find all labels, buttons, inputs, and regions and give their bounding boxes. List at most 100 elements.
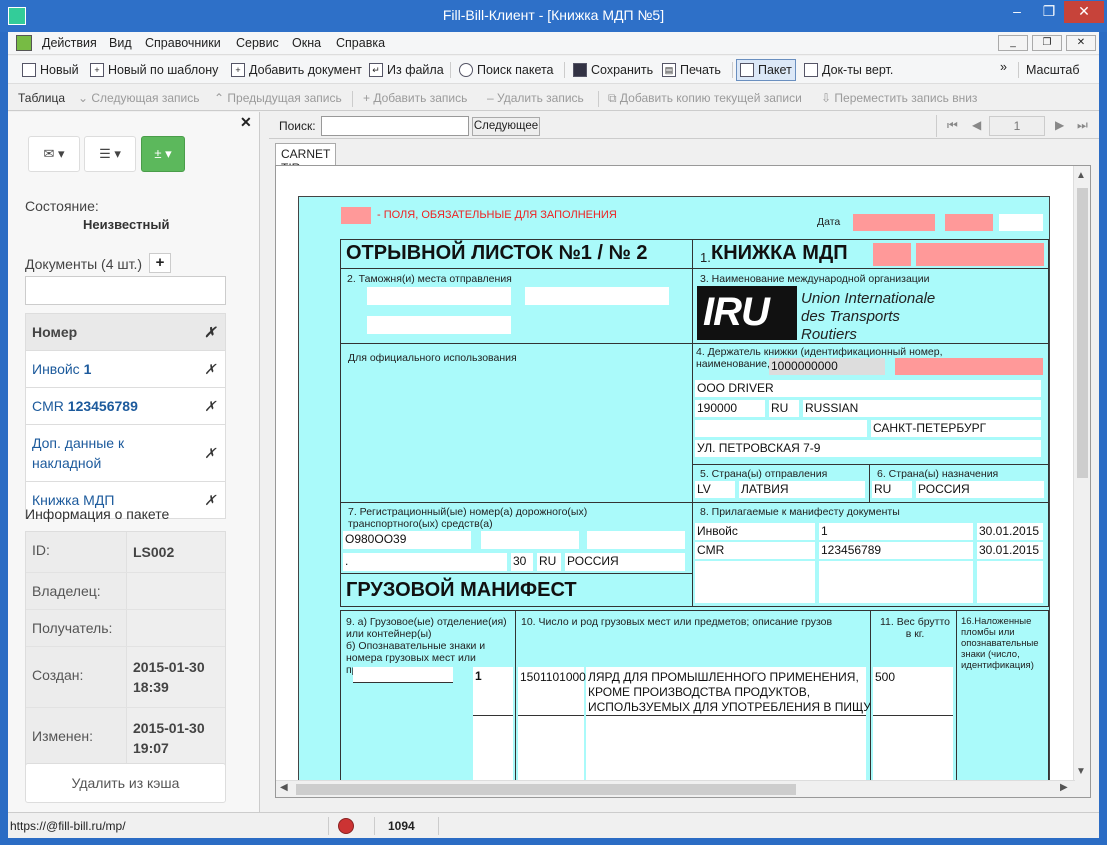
- goods-description-field[interactable]: ЛЯРД ДЛЯ ПРОМЫШЛЕННОГО ПРИМЕНЕНИЯ, КРОМЕ…: [586, 667, 871, 797]
- move-down-button[interactable]: ⇩ Переместить запись вниз: [821, 91, 977, 105]
- carnet-number-field[interactable]: [916, 243, 1044, 266]
- menu-service[interactable]: Сервис: [236, 36, 279, 50]
- menu-view[interactable]: Вид: [109, 36, 132, 50]
- attached-doc-2-num[interactable]: 123456789: [819, 542, 973, 559]
- attached-doc-1-name[interactable]: Инвойс: [695, 523, 815, 540]
- print-button[interactable]: ▤ Печать: [662, 61, 721, 79]
- delete-record-button[interactable]: – Удалить запись: [487, 91, 584, 105]
- customs-office-field-1[interactable]: [367, 287, 511, 305]
- attached-doc-1-date[interactable]: 30.01.2015: [977, 523, 1043, 540]
- customs-office-field-2[interactable]: [525, 287, 669, 305]
- delete-icon[interactable]: ✗: [204, 443, 216, 463]
- save-button[interactable]: Сохранить: [573, 61, 653, 79]
- scroll-right-icon[interactable]: ▶: [1060, 782, 1068, 793]
- attached-doc-3-num[interactable]: [819, 561, 973, 603]
- toolbar-overflow[interactable]: »: [1000, 58, 1007, 76]
- list-dropdown-button[interactable]: ☰ ▾: [84, 136, 136, 172]
- date-field-3[interactable]: [999, 214, 1043, 231]
- holder-cc-field[interactable]: RU: [769, 400, 799, 417]
- delete-icon[interactable]: ✗: [204, 490, 216, 510]
- vehicle-field-4[interactable]: .: [343, 553, 507, 571]
- horizontal-scroll-thumb[interactable]: [296, 784, 796, 795]
- attached-doc-2-name[interactable]: CMR: [695, 542, 815, 559]
- goods-code-field[interactable]: 1501101000: [518, 667, 586, 797]
- add-document-button[interactable]: + Добавить документ: [231, 61, 362, 79]
- menu-help[interactable]: Справка: [336, 36, 385, 50]
- holder-country-field[interactable]: RUSSIAN: [803, 400, 1041, 417]
- document-row-extra-data[interactable]: Доп. данные к накладной ✗: [26, 425, 225, 482]
- first-page-icon[interactable]: ⏮: [947, 118, 958, 133]
- close-panel-icon[interactable]: ✕: [240, 114, 252, 131]
- search-packet-button[interactable]: Поиск пакета: [459, 61, 554, 79]
- clear-cache-button[interactable]: Удалить из кэша: [25, 763, 226, 803]
- next-page-icon[interactable]: ▶: [1055, 118, 1064, 132]
- date-field-2[interactable]: [945, 214, 993, 231]
- scroll-left-icon[interactable]: ◀: [280, 782, 288, 793]
- holder-zip-field[interactable]: 190000: [695, 400, 765, 417]
- destination-country-field[interactable]: РОССИЯ: [916, 481, 1044, 498]
- menu-references[interactable]: Справочники: [145, 36, 221, 50]
- date-field-1[interactable]: [853, 214, 935, 231]
- departure-code-field[interactable]: LV: [695, 481, 735, 498]
- document-row-invoice[interactable]: Инвойс 1 ✗: [26, 351, 225, 388]
- horizontal-scrollbar[interactable]: ◀ ▶: [276, 780, 1075, 797]
- delete-icon[interactable]: ✗: [204, 396, 216, 416]
- vehicle-country-field[interactable]: РОССИЯ: [565, 553, 685, 571]
- mdi-minimize-button[interactable]: _: [998, 35, 1028, 51]
- attached-doc-3-date[interactable]: [977, 561, 1043, 603]
- vehicle-cc-field[interactable]: RU: [537, 553, 561, 571]
- document-row-cmr[interactable]: CMR 123456789 ✗: [26, 388, 225, 425]
- attached-doc-3-name[interactable]: [695, 561, 815, 603]
- vehicle-reg-field[interactable]: О980ОО39: [343, 531, 471, 549]
- last-page-icon[interactable]: ⏭: [1077, 118, 1088, 133]
- maximize-window-button[interactable]: ❐: [1034, 1, 1064, 23]
- menu-windows[interactable]: Окна: [292, 36, 321, 50]
- holder-id-field[interactable]: 1000000000: [769, 358, 885, 375]
- close-window-button[interactable]: ✕: [1064, 1, 1104, 23]
- zoom-button[interactable]: Масштаб: [1026, 61, 1079, 79]
- prev-page-icon[interactable]: ◀: [972, 118, 981, 132]
- vertical-scroll-thumb[interactable]: [1077, 188, 1088, 478]
- packet-view-button[interactable]: Пакет: [736, 59, 796, 81]
- vehicle-reg-field-3[interactable]: [587, 531, 685, 549]
- menu-actions[interactable]: Действия: [42, 36, 97, 50]
- plus-minus-dropdown-button[interactable]: ± ▾: [141, 136, 185, 172]
- holder-city-field[interactable]: САНКТ-ПЕТЕРБУРГ: [871, 420, 1041, 437]
- attached-doc-1-num[interactable]: 1: [819, 523, 973, 540]
- holder-extra-field[interactable]: [895, 358, 1043, 375]
- scroll-down-icon[interactable]: ▼: [1076, 766, 1086, 777]
- documents-filter-input[interactable]: [25, 276, 226, 305]
- gross-weight-field[interactable]: 500: [873, 667, 953, 797]
- search-next-button[interactable]: Следующее: [472, 117, 540, 136]
- holder-street-field[interactable]: УЛ. ПЕТРОВСКАЯ 7-9: [695, 440, 1041, 457]
- destination-code-field[interactable]: RU: [872, 481, 912, 498]
- customs-office-field-3[interactable]: [367, 316, 511, 334]
- departure-country-field[interactable]: ЛАТВИЯ: [739, 481, 865, 498]
- add-record-button[interactable]: + Добавить запись: [363, 91, 467, 105]
- next-record-button[interactable]: ⌄ Следующая запись: [78, 91, 199, 105]
- prev-record-button[interactable]: ⌃ Предыдущая запись: [214, 91, 342, 105]
- add-copy-button[interactable]: ⧉ Добавить копию текущей записи: [608, 91, 802, 106]
- vehicle-reg-field-2[interactable]: [481, 531, 579, 549]
- new-from-template-button[interactable]: + Новый по шаблону: [90, 61, 218, 79]
- marks-field[interactable]: [473, 667, 513, 797]
- add-document-plus-button[interactable]: +: [149, 253, 171, 273]
- minimize-window-button[interactable]: –: [1002, 1, 1032, 23]
- compartment-field[interactable]: [353, 667, 453, 683]
- vehicle-field-5[interactable]: 30: [511, 553, 533, 571]
- vertical-scrollbar[interactable]: ▲ ▼: [1073, 166, 1090, 797]
- holder-name-field[interactable]: ООО DRIVER: [695, 380, 1041, 397]
- holder-region-field[interactable]: [695, 420, 867, 437]
- docs-vertical-button[interactable]: Док-ты верт.: [804, 61, 893, 79]
- delete-icon[interactable]: ✗: [204, 359, 216, 379]
- mdi-close-button[interactable]: ✕: [1066, 35, 1096, 51]
- from-file-button[interactable]: ↵ Из файла: [369, 61, 444, 79]
- search-input[interactable]: [321, 116, 469, 136]
- carnet-series-field[interactable]: [873, 243, 911, 266]
- mdi-restore-button[interactable]: ❐: [1032, 35, 1062, 51]
- mail-dropdown-button[interactable]: ✉ ▾: [28, 136, 80, 172]
- scroll-up-icon[interactable]: ▲: [1076, 170, 1086, 181]
- page-number-field[interactable]: 1: [989, 116, 1045, 136]
- new-button[interactable]: Новый: [22, 61, 79, 79]
- attached-doc-2-date[interactable]: 30.01.2015: [977, 542, 1043, 559]
